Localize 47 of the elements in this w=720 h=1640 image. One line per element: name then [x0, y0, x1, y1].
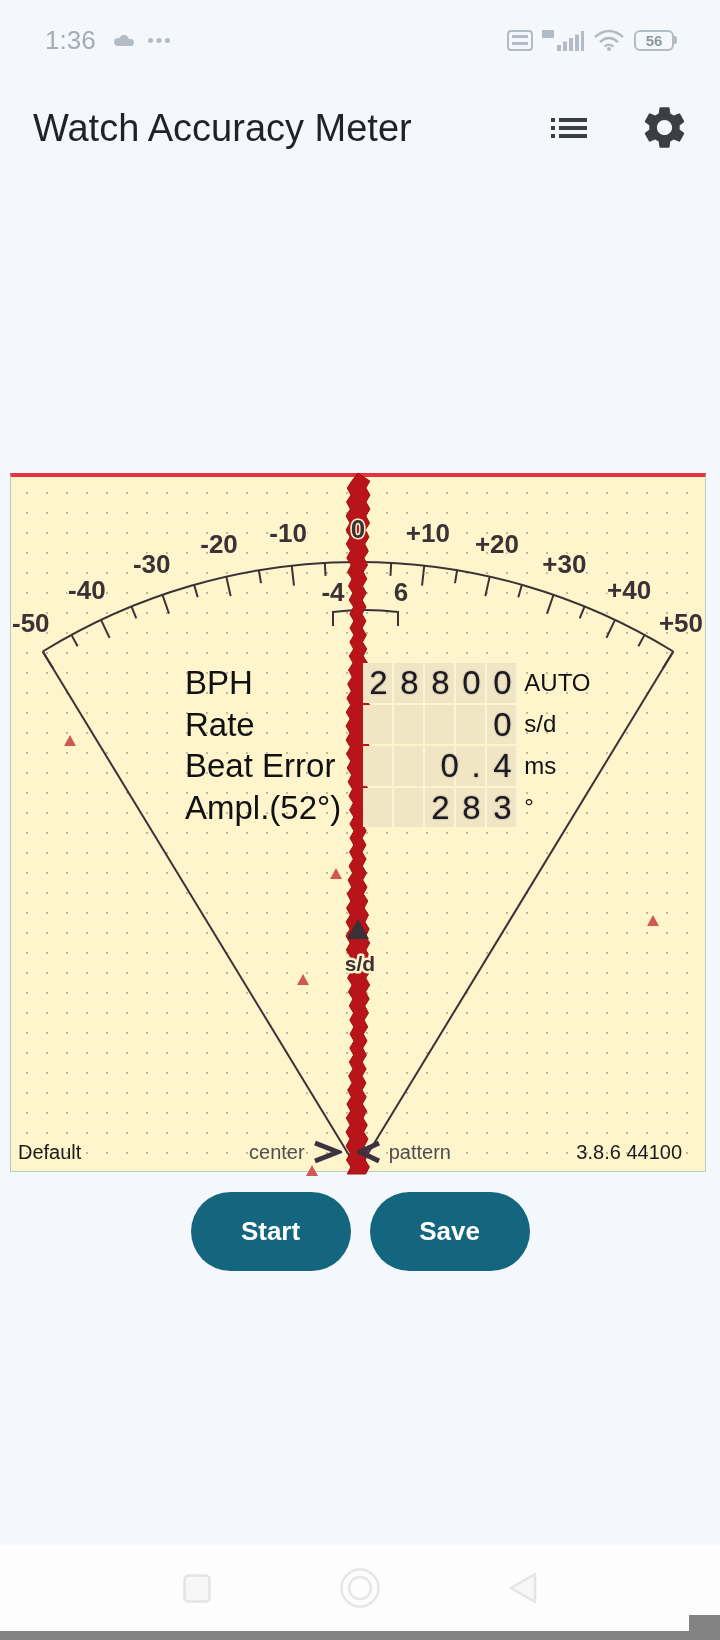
scale-label: -10 — [269, 517, 307, 548]
pointer-triangle-icon — [347, 919, 369, 939]
action-button[interactable]: Start — [190, 1192, 351, 1271]
scale-label: +10 — [405, 517, 450, 548]
scale-label: -30 — [132, 548, 171, 579]
triangle-marker-icon — [306, 1165, 318, 1176]
back-icon[interactable] — [509, 1572, 537, 1604]
reading-unit: ° — [524, 792, 534, 823]
tolerance-label: 6 — [393, 577, 409, 607]
more-icon — [147, 37, 170, 43]
reading-label: BPH — [185, 663, 253, 703]
status-time: 1:36 — [45, 25, 96, 55]
center-label: center — [249, 1140, 305, 1164]
reading-unit: AUTO — [524, 667, 591, 698]
scale-label: +50 — [658, 608, 703, 639]
scale-label: -50 — [12, 608, 50, 639]
list-icon[interactable] — [551, 117, 587, 138]
reading-unit: s/d — [524, 709, 557, 740]
tolerance-label: -4 — [321, 577, 345, 607]
app-title: Watch Accuracy Meter — [33, 105, 412, 151]
triangle-marker-icon — [647, 915, 659, 926]
triangle-marker-icon — [330, 868, 342, 879]
reading-label: Beat Error — [185, 746, 336, 786]
tolerance-bracket — [332, 609, 399, 627]
triangle-marker-icon — [297, 974, 309, 985]
reading-unit: ms — [524, 750, 557, 781]
battery-level: 56 — [634, 29, 674, 51]
scale-label: +40 — [607, 575, 652, 605]
version-label: 3.8.6 44100 — [576, 1140, 682, 1164]
scale-label: -20 — [200, 529, 238, 560]
signal-icon — [542, 29, 584, 51]
triangle-marker-icon — [64, 735, 76, 746]
reading-label: Rate — [185, 704, 255, 744]
scale-label: +30 — [542, 548, 587, 579]
chevron-left-icon — [356, 1140, 381, 1164]
scale-label: 0 — [350, 514, 366, 544]
profile-label: Default — [18, 1140, 82, 1164]
call-badge-icon — [507, 29, 533, 51]
scale-label: +20 — [474, 529, 519, 560]
chevron-right-icon — [311, 1140, 342, 1164]
scale-label: -40 — [68, 575, 106, 605]
settings-icon[interactable] — [644, 107, 685, 148]
reading-label: Ampl.(52°) — [185, 787, 342, 827]
wifi-icon — [593, 29, 625, 51]
pattern-label: pattern — [388, 1140, 451, 1164]
recents-icon[interactable] — [183, 1573, 211, 1603]
action-button[interactable]: Save — [369, 1192, 530, 1271]
